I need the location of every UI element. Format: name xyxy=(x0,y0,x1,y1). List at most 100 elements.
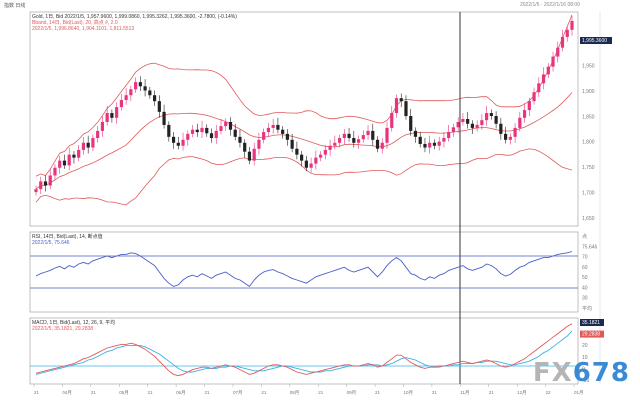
candle-body xyxy=(565,29,569,37)
candle-body xyxy=(115,107,119,118)
rsi-axis-label: 40 xyxy=(582,285,588,291)
candle-body xyxy=(319,154,323,158)
candle-body xyxy=(276,124,280,130)
candle-body xyxy=(285,133,289,140)
price-axis-label: 1,750 xyxy=(582,165,595,171)
rsi-axis-label: 50 xyxy=(582,275,588,281)
candle-body xyxy=(214,130,218,139)
price-axis-label: 1,950 xyxy=(582,63,595,69)
candle-body xyxy=(518,117,522,128)
candle-body xyxy=(385,127,389,143)
date-axis-label: 10月 xyxy=(403,390,413,396)
candle-body xyxy=(176,142,180,146)
candle-body xyxy=(556,47,560,57)
price-axis-label: 1,995.3600 xyxy=(582,38,607,44)
candle-body xyxy=(138,82,142,87)
price-axis-label: 1,900 xyxy=(582,89,595,95)
candle-body xyxy=(546,66,550,75)
candle-body xyxy=(394,98,399,114)
candle-body xyxy=(300,154,304,161)
candle-body xyxy=(143,86,147,91)
candle-body xyxy=(428,142,432,148)
candle-body xyxy=(162,111,166,125)
candle-body xyxy=(110,113,114,118)
candle-body xyxy=(399,98,403,102)
date-axis-label: 01月 xyxy=(574,390,584,396)
candle-body xyxy=(105,113,109,122)
macd-legend-line1: MACD, 1日, Bid(Last), 12, 26, 9, 平均 xyxy=(32,319,115,326)
candle-body xyxy=(494,116,498,124)
date-axis-label: 21 xyxy=(318,390,324,395)
candle-body xyxy=(404,101,408,117)
candle-body xyxy=(252,148,256,161)
date-axis-label: 21 xyxy=(261,390,267,395)
candle-body xyxy=(371,130,375,140)
candle-body xyxy=(53,167,57,176)
candle-body xyxy=(243,142,247,152)
candle-body xyxy=(352,138,356,143)
candle-body xyxy=(456,121,460,128)
bband-upper xyxy=(35,14,573,177)
candle-body xyxy=(375,139,380,149)
candle-body xyxy=(134,82,138,90)
candle-body xyxy=(281,129,285,134)
candle-body xyxy=(413,130,418,137)
date-axis-label: 21 xyxy=(489,390,495,395)
candle-body xyxy=(257,139,261,149)
candle-body xyxy=(124,95,128,100)
candle-body xyxy=(148,90,152,96)
panel-frame-1 xyxy=(29,231,579,313)
candle-body xyxy=(167,124,171,137)
date-axis-label: 21 xyxy=(91,390,97,395)
date-axis-label: 06月 xyxy=(176,390,186,396)
date-axis-label: 21 xyxy=(34,390,40,395)
candle-body xyxy=(186,133,190,140)
candle-body xyxy=(96,130,100,139)
window-title: 指数 日线 xyxy=(4,3,26,9)
candle-body xyxy=(157,101,161,112)
chart-canvas: Gold, 1日, Bid 2022/1/5, 1,957.9600, 1,99… xyxy=(29,11,612,396)
candle-body xyxy=(508,136,512,140)
candle-body xyxy=(409,116,413,131)
rsi-axis-label: 30 xyxy=(582,296,588,302)
candle-body xyxy=(447,132,451,139)
candle-body xyxy=(309,163,313,168)
candle-body xyxy=(513,127,517,137)
candle-body xyxy=(86,142,90,148)
candle-body xyxy=(451,127,456,133)
candle-body xyxy=(366,130,370,136)
fx678-watermark: FX678 xyxy=(533,358,630,388)
date-axis-label: 21 xyxy=(205,390,211,395)
candle-body xyxy=(570,20,574,30)
candle-body xyxy=(541,74,546,84)
macd-axis-label: 20 xyxy=(582,343,588,349)
candle-body xyxy=(209,133,214,139)
price-legend-line3: 2022/1/5, 1,996.8640, 1,904.1101, 1,811.… xyxy=(32,26,134,32)
watermark-fx: FX xyxy=(532,358,573,388)
macd-axis-label: 35.1821 xyxy=(582,320,600,326)
candle-body xyxy=(380,142,384,149)
candle-body xyxy=(356,139,361,143)
candle-body xyxy=(522,110,527,118)
candle-body xyxy=(290,139,294,149)
date-axis-label: 11月 xyxy=(460,390,469,396)
candle-body xyxy=(129,89,133,96)
candle-body xyxy=(418,136,422,144)
candle-body xyxy=(499,123,503,134)
macd-signal-line xyxy=(35,330,573,375)
candle-body xyxy=(271,124,275,128)
rsi-axis-label: 60 xyxy=(582,265,588,271)
candle-body xyxy=(205,127,209,134)
candle-body xyxy=(247,151,252,161)
candle-body xyxy=(39,181,43,190)
candle-body xyxy=(347,133,351,139)
candle-body xyxy=(475,124,479,128)
candle-body xyxy=(119,99,123,108)
candle-body xyxy=(224,121,228,127)
candle-body xyxy=(480,120,484,125)
window-time: 2022/1/5 · 2022/1/16 08:00 xyxy=(519,2,580,8)
price-axis-label: 1,800 xyxy=(582,140,595,146)
candle-body xyxy=(181,139,185,146)
candle-body xyxy=(527,101,531,111)
date-axis-label: 21 xyxy=(375,390,381,395)
